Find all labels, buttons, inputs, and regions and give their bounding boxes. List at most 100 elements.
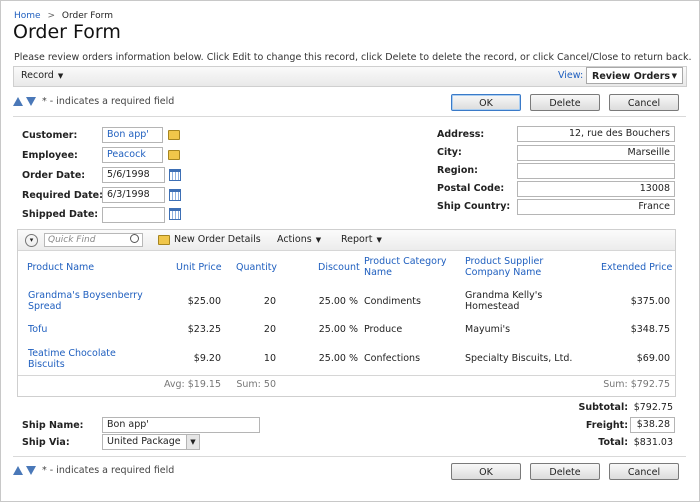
- city-field[interactable]: Marseille: [517, 145, 675, 161]
- row-3-quantity: 10: [263, 353, 276, 364]
- required-note-text: * - indicates a required field: [42, 465, 175, 476]
- arrow-up-icon[interactable]: [13, 466, 23, 475]
- customer-field[interactable]: Bon app': [102, 127, 163, 143]
- row-3-category: Confections: [364, 353, 421, 364]
- ship-country-field[interactable]: France: [517, 199, 675, 215]
- employee-label: Employee:: [22, 150, 78, 161]
- ship-country-value: France: [638, 201, 670, 212]
- arrow-down-icon[interactable]: [26, 97, 36, 106]
- ship-country-label: Ship Country:: [437, 201, 511, 212]
- employee-value: Peacock: [107, 149, 146, 160]
- row-1-extended: $375.00: [630, 296, 670, 307]
- row-2-extended: $348.75: [630, 324, 670, 335]
- row-2-discount: 25.00 %: [318, 324, 358, 335]
- new-record-icon: [158, 235, 170, 245]
- calendar-icon[interactable]: [169, 169, 181, 181]
- breadcrumb-home[interactable]: Home: [14, 11, 41, 21]
- row-3-unit-price: $9.20: [193, 353, 221, 364]
- ok-button[interactable]: OK: [451, 94, 521, 111]
- column-header-extended-price[interactable]: Extended Price: [601, 262, 672, 273]
- region-field[interactable]: [517, 163, 675, 179]
- footer-sum-quantity: Sum: 50: [236, 379, 276, 390]
- subtotal-value: $792.75: [633, 402, 673, 413]
- chevron-down-icon: ▼: [186, 435, 199, 449]
- row-2-quantity: 20: [263, 324, 276, 335]
- delete-button[interactable]: Delete: [530, 463, 600, 480]
- postal-code-label: Postal Code:: [437, 183, 505, 194]
- column-header-category[interactable]: Product Category Name: [364, 256, 454, 278]
- chevron-down-icon: ▼: [315, 236, 322, 244]
- row-3-product[interactable]: Teatime Chocolate Biscuits: [28, 348, 148, 370]
- collapse-icon[interactable]: ▾: [25, 234, 38, 247]
- view-selector[interactable]: Review Orders ▼: [586, 67, 683, 84]
- grid-footer: Avg: $19.15 Sum: 50 Sum: $792.75: [18, 375, 675, 394]
- arrow-down-icon[interactable]: [26, 466, 36, 475]
- chevron-down-icon: ▼: [57, 72, 64, 80]
- row-3-extended: $69.00: [636, 353, 670, 364]
- search-icon[interactable]: [130, 234, 139, 243]
- subtotal-label: Subtotal:: [578, 402, 628, 413]
- breadcrumb-current: Order Form: [61, 11, 113, 21]
- row-2-category: Produce: [364, 324, 403, 335]
- postal-code-field[interactable]: 13008: [517, 181, 675, 197]
- footer-avg-unit-price: Avg: $19.15: [163, 379, 221, 390]
- row-1-unit-price: $25.00: [187, 296, 221, 307]
- footer-sum-extended: Sum: $792.75: [603, 379, 670, 390]
- customer-value: Bon app': [107, 129, 149, 140]
- column-header-supplier[interactable]: Product Supplier Company Name: [465, 256, 565, 278]
- report-menu[interactable]: Report ▼: [341, 234, 382, 245]
- delete-button[interactable]: Delete: [530, 94, 600, 111]
- column-header-quantity[interactable]: Quantity: [236, 262, 277, 273]
- cancel-button[interactable]: Cancel: [609, 94, 679, 111]
- order-date-field[interactable]: 5/6/1998: [102, 167, 165, 183]
- row-3-supplier: Specialty Biscuits, Ltd.: [465, 353, 573, 364]
- column-header-unit-price[interactable]: Unit Price: [176, 262, 222, 273]
- row-2-product[interactable]: Tofu: [28, 324, 47, 335]
- actions-menu[interactable]: Actions ▼: [277, 234, 321, 245]
- address-value: 12, rue des Bouchers: [568, 128, 670, 139]
- row-1-product[interactable]: Grandma's Boysenberry Spread: [28, 290, 148, 312]
- quick-find-input[interactable]: Quick Find: [44, 233, 143, 247]
- column-header-product-name[interactable]: Product Name: [27, 262, 94, 273]
- required-date-field[interactable]: 6/3/1998: [102, 187, 165, 203]
- action-bar: Record ▼ View: Review Orders ▼: [13, 66, 687, 87]
- view-label: View:: [558, 70, 584, 81]
- view-selector-value: Review Orders: [592, 71, 671, 82]
- required-note-bottom: * - indicates a required field: [13, 465, 174, 476]
- ship-name-label: Ship Name:: [22, 420, 84, 431]
- record-menu[interactable]: Record ▼: [21, 70, 63, 81]
- row-2-unit-price: $23.25: [187, 324, 221, 335]
- required-note-text: * - indicates a required field: [42, 96, 175, 107]
- shipped-date-field[interactable]: [102, 207, 165, 223]
- ship-via-value: United Package: [107, 436, 181, 447]
- ship-name-field[interactable]: Bon app': [102, 417, 260, 433]
- new-order-details-button[interactable]: New Order Details: [174, 234, 261, 245]
- divider: [13, 116, 686, 117]
- required-note-top: * - indicates a required field: [13, 96, 174, 107]
- page-description: Please review orders information below. …: [14, 52, 692, 63]
- breadcrumb: Home > Order Form: [14, 11, 113, 21]
- order-date-label: Order Date:: [22, 170, 86, 181]
- record-menu-label: Record: [21, 70, 54, 81]
- customer-label: Customer:: [22, 130, 78, 141]
- lookup-icon[interactable]: [168, 150, 180, 160]
- cancel-button[interactable]: Cancel: [609, 463, 679, 480]
- column-header-discount[interactable]: Discount: [318, 262, 360, 273]
- freight-field[interactable]: $38.28: [630, 417, 675, 433]
- calendar-icon[interactable]: [169, 208, 181, 220]
- ship-via-select[interactable]: United Package ▼: [102, 434, 200, 450]
- order-date-value: 5/6/1998: [107, 169, 150, 180]
- ok-button[interactable]: OK: [451, 463, 521, 480]
- postal-code-value: 13008: [639, 183, 670, 194]
- calendar-icon[interactable]: [169, 189, 181, 201]
- chevron-down-icon: ▼: [376, 236, 382, 244]
- freight-value: $38.28: [636, 419, 670, 430]
- total-value: $831.03: [633, 437, 673, 448]
- lookup-icon[interactable]: [168, 130, 180, 140]
- row-1-category: Condiments: [364, 296, 421, 307]
- arrow-up-icon[interactable]: [13, 97, 23, 106]
- address-field[interactable]: 12, rue des Bouchers: [517, 126, 675, 142]
- employee-field[interactable]: Peacock: [102, 147, 163, 163]
- row-3-discount: 25.00 %: [318, 353, 358, 364]
- report-label: Report: [341, 234, 373, 245]
